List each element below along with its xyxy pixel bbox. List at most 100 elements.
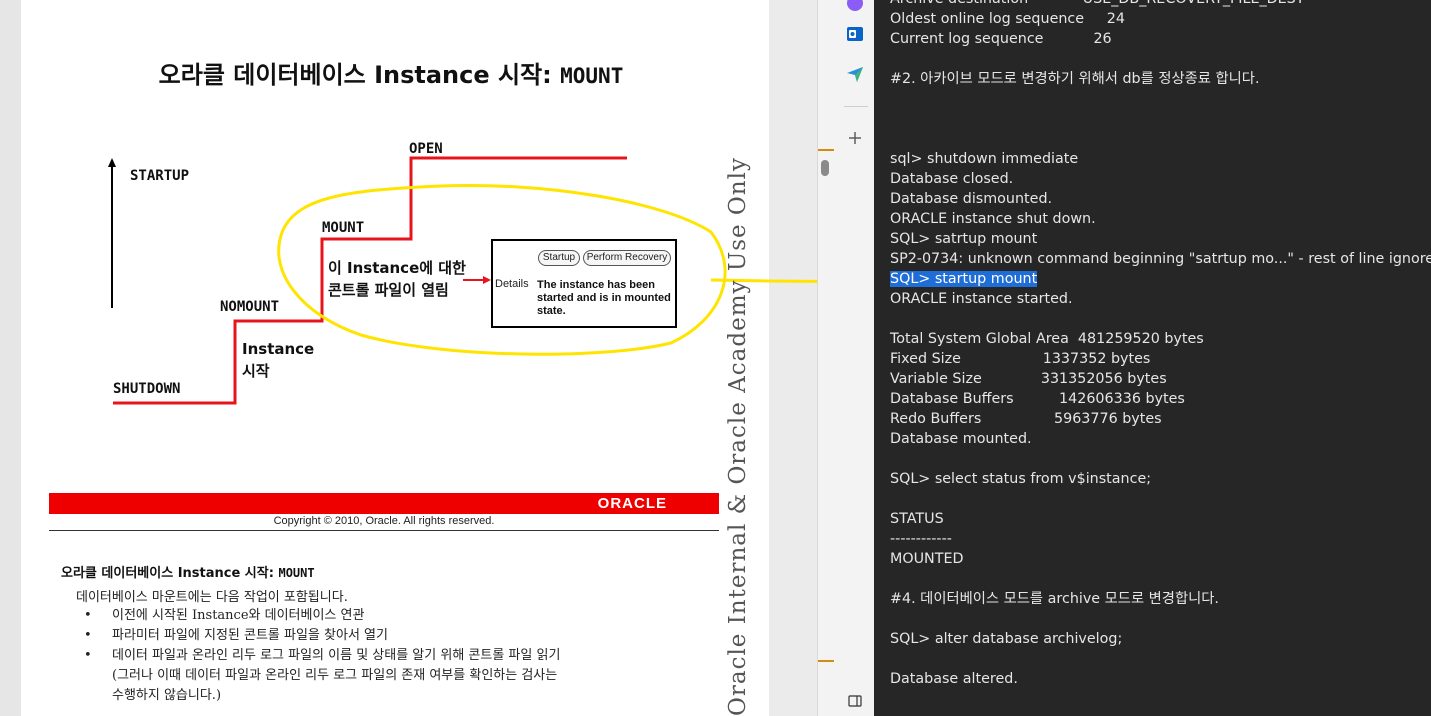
terminal-line: Oldest online log sequence 24 (890, 9, 1430, 29)
notes-bullet-list: • 이전에 시작된 Instance와 데이터베이스 연관 • 파라미터 파일에 지… (76, 606, 676, 706)
add-icon[interactable] (846, 129, 864, 147)
stage-shutdown: SHUTDOWN (113, 381, 181, 397)
terminal-panel[interactable]: Archive destination USE_DB_RECOVERY_FILE… (874, 0, 1431, 716)
watermark-text: Oracle Internal & Oracle Academy Use Onl… (725, 157, 751, 716)
terminal-line-text: ORACLE instance shut down. (890, 211, 1096, 227)
notes-intro: 데이터베이스 마운트에는 다음 작업이 포함됩니다. (76, 590, 348, 605)
terminal-line: MOUNTED (890, 549, 1430, 569)
document-page: 오라클 데이터베이스 Instance 시작: MOUNT STARTUP OP… (21, 0, 769, 716)
notes-heading: 오라클 데이터베이스 Instance 시작: MOUNT (61, 562, 315, 581)
bullet-icon: • (84, 648, 92, 663)
bullet-text: 이전에 시작된 Instance와 데이터베이스 연관 (112, 608, 365, 623)
notes-heading-text: 오라클 데이터베이스 Instance 시작: (61, 566, 279, 581)
instance-status-text: The instance has been started and is in … (537, 279, 671, 317)
terminal-line: SQL> satrtup mount (890, 229, 1430, 249)
terminal-line-text: SQL> startup mount (890, 271, 1038, 287)
scrollbar-thumb[interactable] (821, 160, 829, 176)
mount-description-line1: 이 Instance에 대한 (328, 259, 466, 277)
outlook-icon[interactable] (846, 25, 864, 43)
slide-divider (49, 530, 719, 531)
stage-open: OPEN (409, 141, 443, 157)
terminal-line-text: Oldest online log sequence 24 (890, 11, 1125, 27)
terminal-line-text: SP2-0734: unknown command beginning "sat… (890, 251, 1431, 267)
terminal-line: Database dismounted. (890, 189, 1430, 209)
terminal-line: STATUS (890, 509, 1430, 529)
stage-nomount: NOMOUNT (220, 299, 280, 315)
list-item: • 데이터 파일과 온라인 리두 로그 파일의 이름 및 상태를 알기 위해 콘트… (76, 646, 676, 706)
terminal-line-text: STATUS (890, 511, 944, 527)
terminal-line-text: SQL> alter database archivelog; (890, 631, 1123, 647)
mount-description-line2: 콘트롤 파일이 열림 (328, 281, 449, 299)
terminal-line: Redo Buffers 5963776 bytes (890, 409, 1430, 429)
terminal-line: Current log sequence 26 (890, 29, 1430, 49)
bullet-text: 데이터 파일과 온라인 리두 로그 파일의 이름 및 상태를 알기 위해 콘트롤… (112, 648, 561, 663)
terminal-line: ORACLE instance shut down. (890, 209, 1430, 229)
terminal-line: SP2-0734: unknown command beginning "sat… (890, 249, 1431, 269)
terminal-line: Database Buffers 142606336 bytes (890, 389, 1430, 409)
startup-arrow-head (108, 158, 116, 167)
details-label: Details (495, 278, 529, 290)
terminal-line-text: Database closed. (890, 171, 1014, 187)
terminal-output[interactable]: Archive destination USE_DB_RECOVERY_FILE… (890, 0, 1431, 689)
scroll-marker (818, 660, 834, 662)
terminal-line-text: Current log sequence 26 (890, 31, 1112, 47)
terminal-line-text: Database altered. (890, 671, 1018, 687)
terminal-line: Database closed. (890, 169, 1430, 189)
terminal-line: ------------ (890, 529, 1430, 549)
terminal-line: SQL> alter database archivelog; (890, 629, 1430, 649)
app-icon[interactable] (846, 0, 864, 12)
app-sidebar (817, 0, 875, 716)
terminal-line: SQL> select status from v$instance; (890, 469, 1430, 489)
terminal-line: Archive destination USE_DB_RECOVERY_FILE… (890, 0, 1430, 9)
send-icon[interactable] (846, 65, 864, 83)
terminal-line-text: SQL> satrtup mount (890, 231, 1038, 247)
terminal-line-text: Database Buffers 142606336 bytes (890, 391, 1185, 407)
oracle-footer-bar: ORACLE (49, 493, 719, 514)
terminal-line-text: Database mounted. (890, 431, 1032, 447)
bullet-icon: • (84, 628, 92, 643)
terminal-line: Fixed Size 1337352 bytes (890, 349, 1430, 369)
terminal-line-text: Total System Global Area 481259520 bytes (890, 331, 1204, 347)
terminal-line: Database mounted. (890, 429, 1430, 449)
terminal-line: #4. 데이터베이스 모드를 archive 모드로 변경합니다. (890, 589, 1430, 609)
terminal-line-text: sql> shutdown immediate (890, 151, 1079, 167)
terminal-line-text: Database dismounted. (890, 191, 1053, 207)
terminal-line: ORACLE instance started. (890, 289, 1430, 309)
terminal-line: sql> shutdown immediate (890, 149, 1430, 169)
bullet-continuation: 수행하지 않습니다.) (112, 688, 222, 703)
nomount-description-line1: Instance (242, 340, 315, 358)
terminal-line-text: #4. 데이터베이스 모드를 archive 모드로 변경합니다. (890, 591, 1219, 607)
notes-heading-mono: MOUNT (278, 566, 315, 580)
perform-recovery-button: Perform Recovery (583, 250, 671, 266)
left-margin (0, 0, 21, 716)
terminal-line-text: ------------ (890, 531, 952, 547)
list-item: • 파라미터 파일에 지정된 콘트롤 파일을 찾아서 열기 (76, 626, 676, 646)
terminal-line-text: Archive destination USE_DB_RECOVERY_FILE… (890, 0, 1304, 7)
stage-startup: STARTUP (130, 168, 190, 184)
nomount-description-line2: 시작 (242, 362, 270, 380)
sidebar-divider (844, 106, 868, 107)
terminal-line: #2. 아카이브 모드로 변경하기 위해서 db를 정상종료 합니다. (890, 69, 1430, 89)
oracle-logo: ORACLE (597, 495, 667, 512)
terminal-line-text: Fixed Size 1337352 bytes (890, 351, 1151, 367)
terminal-line-text: Variable Size 331352056 bytes (890, 371, 1167, 387)
terminal-line: Database altered. (890, 669, 1430, 689)
em-status-panel: Startup Perform Recovery Details The ins… (491, 239, 677, 328)
terminal-line-text: ORACLE instance started. (890, 291, 1073, 307)
terminal-line: Total System Global Area 481259520 bytes (890, 329, 1430, 349)
panel-toggle-icon[interactable] (846, 692, 864, 710)
copyright-text: Copyright © 2010, Oracle. All rights res… (273, 515, 495, 527)
terminal-line-text: MOUNTED (890, 551, 964, 567)
bullet-icon: • (84, 608, 92, 623)
list-item: • 이전에 시작된 Instance와 데이터베이스 연관 (76, 606, 676, 626)
terminal-line-text: #2. 아카이브 모드로 변경하기 위해서 db를 정상종료 합니다. (890, 71, 1260, 87)
terminal-line: Variable Size 331352056 bytes (890, 369, 1430, 389)
